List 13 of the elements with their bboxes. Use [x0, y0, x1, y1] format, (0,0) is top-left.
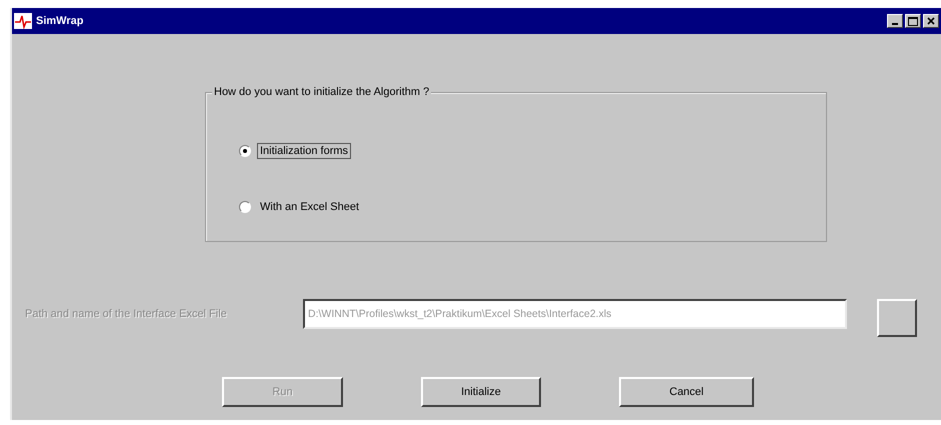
maximize-icon: [908, 16, 918, 26]
dialog-button[interactable]: Cancel: [619, 377, 754, 407]
maximize-button[interactable]: [905, 14, 921, 28]
window-title: SimWrap: [36, 15, 84, 27]
minimize-button[interactable]: [887, 14, 903, 28]
browse-button[interactable]: [877, 299, 917, 337]
app-icon: [14, 13, 32, 29]
path-label: Path and name of the Interface Excel File: [25, 308, 228, 320]
close-button[interactable]: [923, 14, 939, 28]
group-title: How do you want to initialize the Algorithm ?: [212, 86, 432, 98]
radio-option[interactable]: With an Excel Sheet: [239, 199, 362, 215]
dialog-button[interactable]: Initialize: [421, 377, 541, 407]
close-icon: [927, 17, 935, 25]
